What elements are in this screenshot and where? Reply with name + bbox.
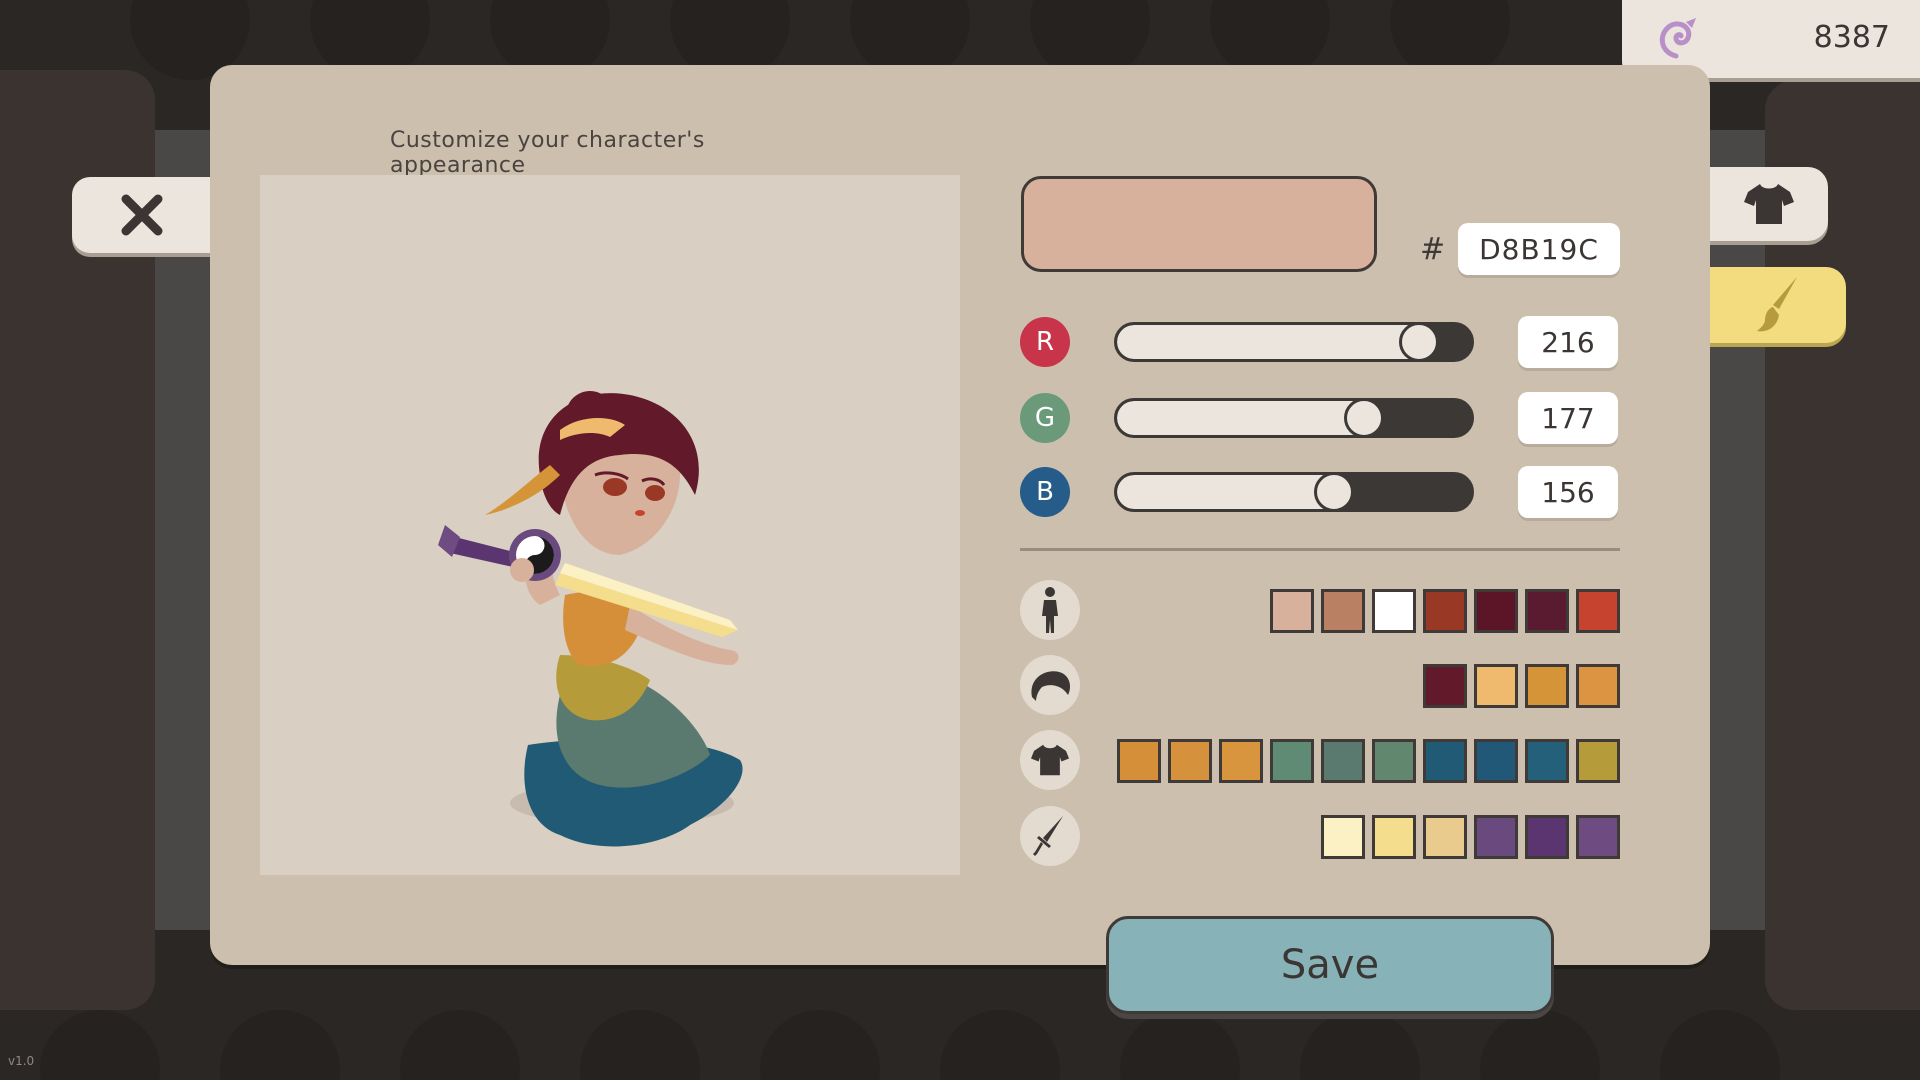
swatch-hair-4[interactable] [1576, 664, 1620, 708]
swatch-weapon-5[interactable] [1525, 815, 1569, 859]
shirt-icon [1020, 730, 1080, 790]
slider-b[interactable] [1114, 472, 1474, 512]
page-subtitle: Customize your character's appearance [390, 128, 705, 178]
swatch-hair-3[interactable] [1525, 664, 1569, 708]
channel-value-g[interactable]: 177 [1518, 392, 1618, 444]
slider-g[interactable] [1114, 398, 1474, 438]
channel-badge-r: R [1020, 317, 1070, 367]
color-preview-swatch [1021, 176, 1377, 272]
swatch-body-6[interactable] [1525, 589, 1569, 633]
swatch-weapon-3[interactable] [1423, 815, 1467, 859]
version-label: v1.0 [8, 1054, 35, 1068]
channel-value-r[interactable]: 216 [1518, 316, 1618, 368]
slider-knob-g[interactable] [1343, 398, 1384, 438]
swatch-weapon-6[interactable] [1576, 815, 1620, 859]
character-illustration [438, 391, 743, 847]
swatch-outfit-5[interactable] [1321, 739, 1365, 783]
swatch-body-7[interactable] [1576, 589, 1620, 633]
palette-body [1270, 589, 1620, 633]
currency-amount: 8387 [1813, 20, 1890, 55]
swatch-body-4[interactable] [1423, 589, 1467, 633]
swatch-outfit-3[interactable] [1219, 739, 1263, 783]
tab-color[interactable] [1710, 267, 1846, 343]
swatch-weapon-4[interactable] [1474, 815, 1518, 859]
sword-icon [1020, 806, 1080, 866]
close-button[interactable] [72, 177, 212, 253]
close-icon [121, 194, 163, 236]
swatch-outfit-4[interactable] [1270, 739, 1314, 783]
swatch-body-3[interactable] [1372, 589, 1416, 633]
paintbrush-icon [1757, 277, 1797, 332]
channel-value-b[interactable]: 156 [1518, 466, 1618, 518]
swatch-outfit-7[interactable] [1423, 739, 1467, 783]
swatch-outfit-2[interactable] [1168, 739, 1212, 783]
person-icon [1020, 580, 1080, 640]
swatch-hair-1[interactable] [1423, 664, 1467, 708]
hex-input[interactable]: D8B19C [1458, 223, 1620, 275]
swatch-body-2[interactable] [1321, 589, 1365, 633]
swatch-outfit-1[interactable] [1117, 739, 1161, 783]
divider [1020, 548, 1620, 551]
swatch-weapon-2[interactable] [1372, 815, 1416, 859]
channel-badge-b: B [1020, 467, 1070, 517]
swatch-outfit-10[interactable] [1576, 739, 1620, 783]
shirt-icon [1744, 184, 1794, 224]
swatch-outfit-6[interactable] [1372, 739, 1416, 783]
palette-outfit [1117, 739, 1620, 783]
slider-fill [1117, 325, 1417, 359]
hair-icon [1020, 655, 1080, 715]
swatch-outfit-9[interactable] [1525, 739, 1569, 783]
save-button[interactable]: Save [1106, 916, 1554, 1014]
tab-outfit[interactable] [1710, 167, 1828, 241]
hex-hash-label: # [1420, 232, 1446, 267]
swatch-body-1[interactable] [1270, 589, 1314, 633]
slider-fill [1117, 475, 1334, 509]
swatch-weapon-1[interactable] [1321, 815, 1365, 859]
palette-weapon [1321, 815, 1620, 859]
swirl-coin-icon [1650, 12, 1702, 68]
character-preview [260, 175, 960, 875]
swatch-body-5[interactable] [1474, 589, 1518, 633]
palette-hair [1423, 664, 1620, 708]
swatch-outfit-8[interactable] [1474, 739, 1518, 783]
slider-fill [1117, 401, 1363, 435]
swatch-hair-2[interactable] [1474, 664, 1518, 708]
slider-knob-r[interactable] [1398, 322, 1439, 362]
channel-badge-g: G [1020, 393, 1070, 443]
